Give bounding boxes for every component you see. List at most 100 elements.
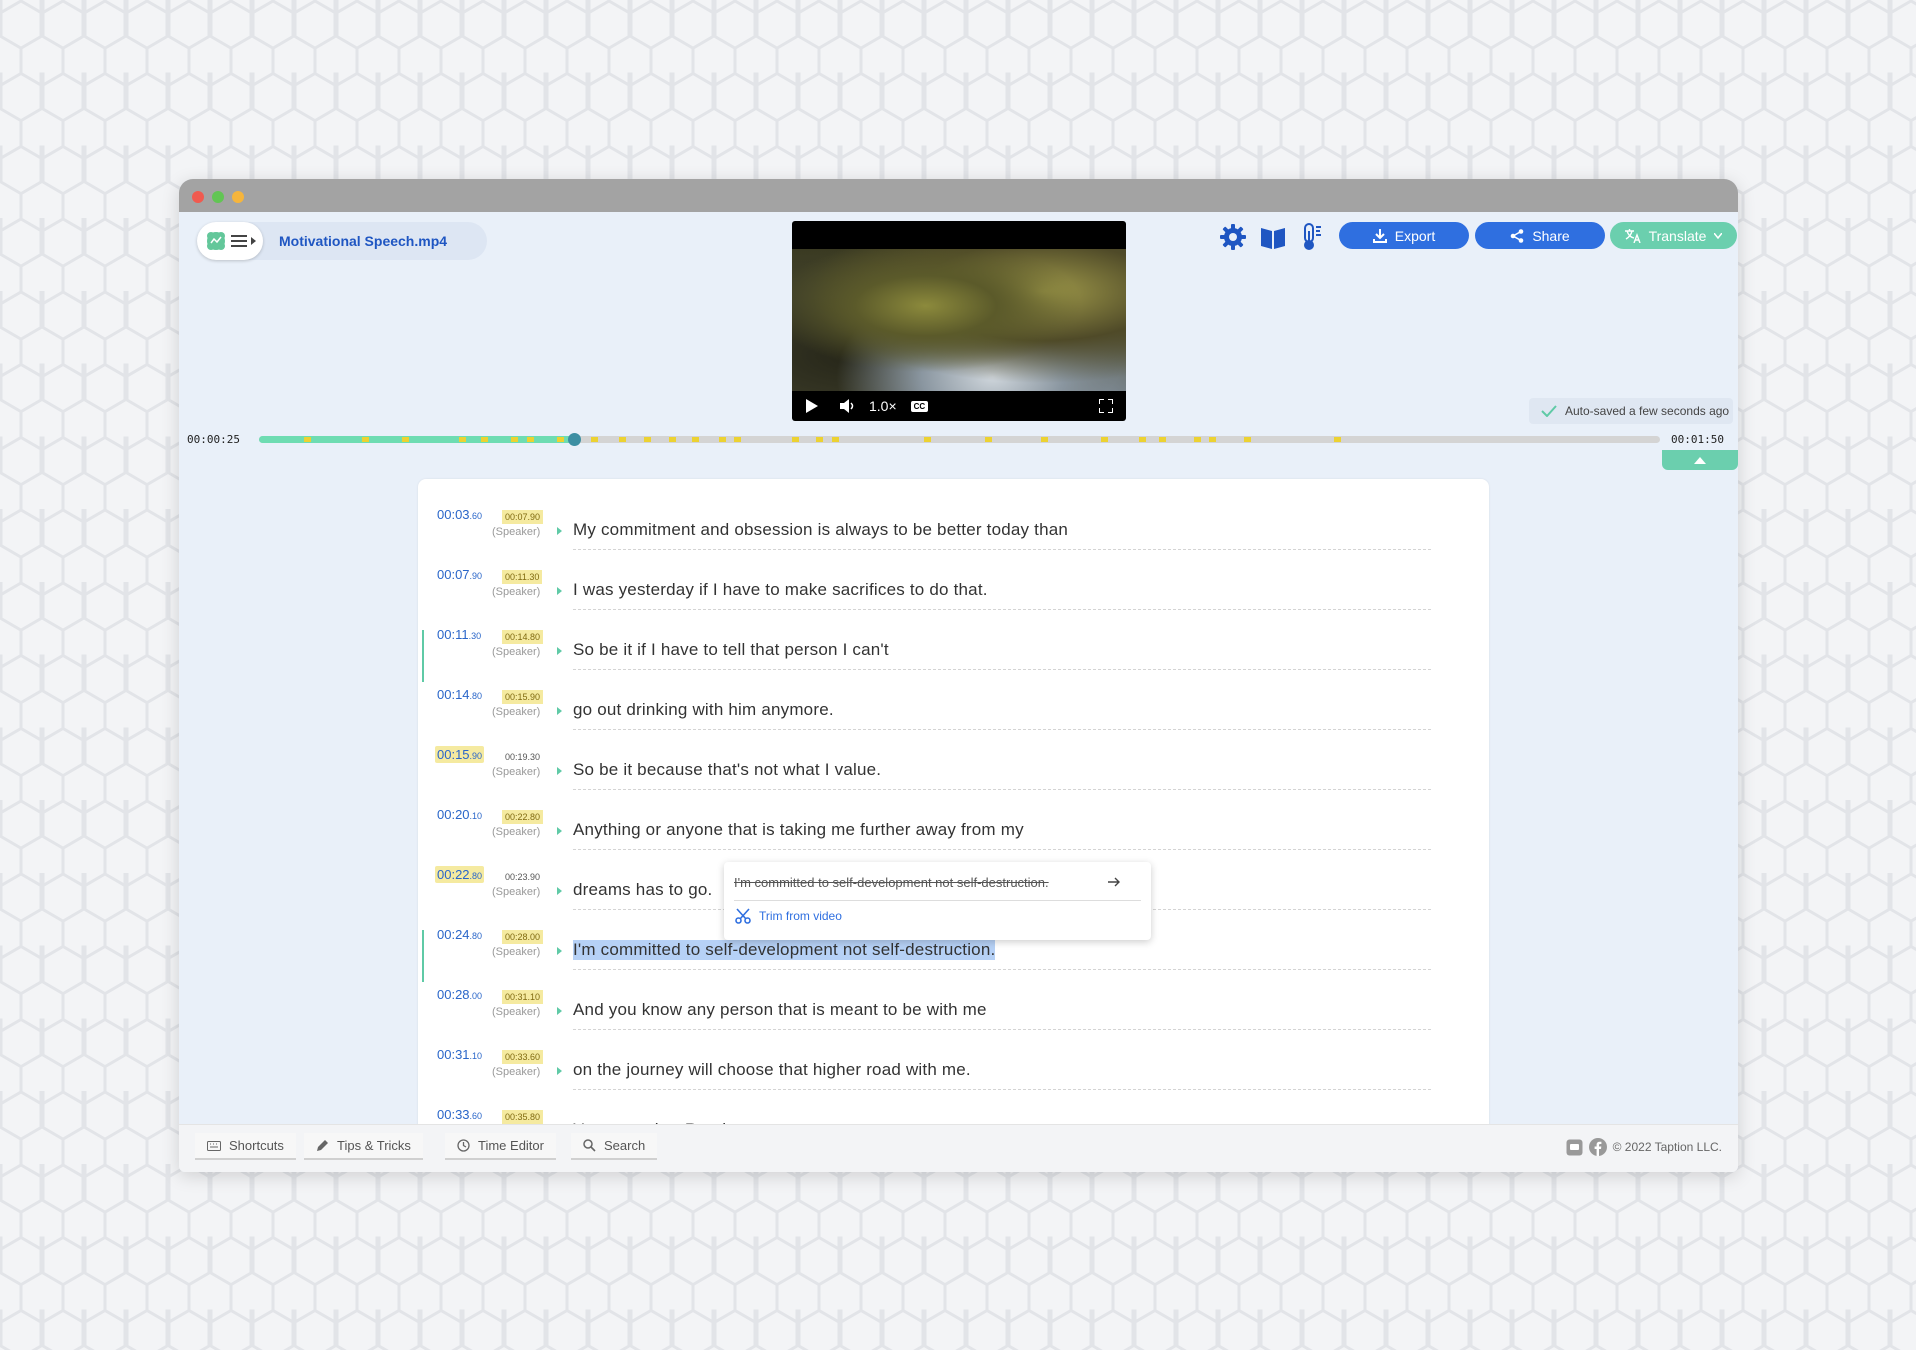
timeline-marker[interactable]	[832, 437, 839, 442]
timeline-marker[interactable]	[719, 437, 726, 442]
chat-icon[interactable]	[1566, 1139, 1583, 1156]
timeline-track[interactable]	[259, 433, 1660, 446]
timeline-marker[interactable]	[1159, 437, 1166, 442]
translate-button[interactable]: Translate	[1610, 222, 1737, 249]
play-segment-icon[interactable]	[557, 827, 562, 835]
book-icon[interactable]	[1259, 223, 1287, 251]
transcript-row[interactable]: 00:11.30 00:14.80 (Speaker) So be it if I h…	[418, 618, 1489, 682]
share-button[interactable]: Share	[1475, 222, 1605, 249]
play-segment-icon[interactable]	[557, 707, 562, 715]
time-editor-tab[interactable]: Time Editor	[445, 1133, 556, 1160]
timeline-marker[interactable]	[1194, 437, 1201, 442]
timeline-marker[interactable]	[1139, 437, 1146, 442]
shortcuts-tab[interactable]: Shortcuts	[195, 1133, 296, 1160]
search-tab[interactable]: Search	[571, 1133, 658, 1160]
timeline-marker[interactable]	[1101, 437, 1108, 442]
start-time[interactable]: 00:15.90	[435, 746, 485, 763]
speaker-label[interactable]: (Speaker)	[492, 706, 540, 718]
facebook-icon[interactable]	[1588, 1138, 1607, 1156]
timeline-marker[interactable]	[692, 437, 699, 442]
end-time[interactable]: 00:33.60	[502, 1050, 544, 1064]
play-segment-icon[interactable]	[557, 527, 562, 535]
maximize-window-button[interactable]	[212, 191, 224, 203]
timeline-marker[interactable]	[591, 437, 598, 442]
start-time[interactable]: 00:24.80	[435, 926, 484, 943]
segment-text[interactable]: So be it if I have to tell that person I…	[573, 640, 889, 660]
speaker-label[interactable]: (Speaker)	[492, 1066, 540, 1078]
speed-control[interactable]: 1.0×	[869, 398, 897, 414]
segment-text[interactable]: Anything or anyone that is taking me fur…	[573, 820, 1024, 840]
timeline-marker[interactable]	[619, 437, 626, 442]
close-window-button[interactable]	[192, 191, 204, 203]
end-time[interactable]: 00:15.90	[502, 690, 544, 704]
segment-text[interactable]: I was yesterday if I have to make sacrif…	[573, 580, 988, 600]
timeline[interactable]: 00:00:25 00:01:50	[179, 429, 1738, 449]
play-icon[interactable]	[806, 399, 818, 413]
cc-icon[interactable]: CC	[910, 400, 929, 412]
timeline-marker[interactable]	[459, 437, 466, 442]
play-segment-icon[interactable]	[557, 1067, 562, 1075]
start-time[interactable]: 00:33.60	[435, 1106, 484, 1123]
thermometer-icon[interactable]	[1299, 223, 1323, 251]
end-time[interactable]: 00:35.80	[502, 1110, 544, 1124]
segment-text[interactable]: And you know any person that is meant to…	[573, 1000, 987, 1020]
timeline-marker[interactable]	[669, 437, 676, 442]
timeline-marker[interactable]	[924, 437, 931, 442]
play-segment-icon[interactable]	[557, 947, 562, 955]
video-player[interactable]: 1.0× CC	[792, 221, 1126, 421]
export-button[interactable]: Export	[1339, 222, 1469, 249]
timeline-marker[interactable]	[527, 437, 534, 442]
timeline-marker[interactable]	[511, 437, 518, 442]
segment-text[interactable]: My commitment and obsession is always to…	[573, 520, 1068, 540]
timeline-marker[interactable]	[1244, 437, 1251, 442]
menu-button[interactable]	[197, 222, 263, 260]
speaker-label[interactable]: (Speaker)	[492, 766, 540, 778]
transcript-row[interactable]: 00:03.60 00:07.90 (Speaker) My commitment a…	[418, 498, 1489, 558]
play-segment-icon[interactable]	[557, 767, 562, 775]
start-time[interactable]: 00:20.10	[435, 806, 484, 823]
fullscreen-icon[interactable]	[1099, 399, 1113, 413]
speaker-label[interactable]: (Speaker)	[492, 1006, 540, 1018]
transcript-row[interactable]: 00:20.10 00:22.80 (Speaker) Anything or any…	[418, 798, 1489, 858]
timeline-marker[interactable]	[734, 437, 741, 442]
minimize-window-button[interactable]	[232, 191, 244, 203]
speaker-label[interactable]: (Speaker)	[492, 526, 540, 538]
start-time[interactable]: 00:28.00	[435, 986, 484, 1003]
start-time[interactable]: 00:03.60	[435, 506, 484, 523]
end-time[interactable]: 00:22.80	[502, 810, 544, 824]
speaker-label[interactable]: (Speaker)	[492, 586, 540, 598]
timeline-marker[interactable]	[304, 437, 311, 442]
arrow-right-icon[interactable]	[1108, 877, 1120, 887]
timeline-marker[interactable]	[1209, 437, 1216, 442]
segment-text[interactable]: I'm committed to self-development not se…	[573, 940, 996, 960]
play-segment-icon[interactable]	[557, 1007, 562, 1015]
trim-button[interactable]: Trim from video	[735, 908, 842, 924]
segment-text[interactable]: dreams has to go.	[573, 880, 712, 900]
transcript-row[interactable]: 00:07.90 00:11.30 (Speaker) I was yesterday…	[418, 558, 1489, 618]
transcript-row[interactable]: 00:31.10 00:33.60 (Speaker) on the journey …	[418, 1038, 1489, 1098]
end-time[interactable]: 00:23.90	[502, 870, 543, 884]
volume-icon[interactable]	[840, 399, 856, 413]
end-time[interactable]: 00:07.90	[502, 510, 544, 524]
end-time[interactable]: 00:19.30	[502, 750, 543, 764]
start-time[interactable]: 00:11.30	[435, 626, 483, 643]
start-time[interactable]: 00:31.10	[435, 1046, 484, 1063]
tips-tab[interactable]: Tips & Tricks	[304, 1133, 423, 1160]
transcript-row[interactable]: 00:15.90 00:19.30 (Speaker) So be it becaus…	[418, 738, 1489, 798]
collapse-button[interactable]	[1662, 450, 1738, 470]
speaker-label[interactable]: (Speaker)	[492, 886, 540, 898]
timeline-marker[interactable]	[557, 437, 564, 442]
timeline-marker[interactable]	[362, 437, 369, 442]
start-time[interactable]: 00:22.80	[435, 866, 485, 883]
end-time[interactable]: 00:11.30	[502, 570, 543, 584]
timeline-marker[interactable]	[985, 437, 992, 442]
transcript-row[interactable]: 00:14.80 00:15.90 (Speaker) go out drinking…	[418, 678, 1489, 738]
timeline-marker[interactable]	[402, 437, 409, 442]
speaker-label[interactable]: (Speaker)	[492, 646, 540, 658]
end-time[interactable]: 00:31.10	[502, 990, 544, 1004]
timeline-handle[interactable]	[568, 433, 582, 446]
segment-text[interactable]: go out drinking with him anymore.	[573, 700, 834, 720]
segment-text[interactable]: So be it because that's not what I value…	[573, 760, 881, 780]
speaker-label[interactable]: (Speaker)	[492, 826, 540, 838]
segment-text[interactable]: on the journey will choose that higher r…	[573, 1060, 971, 1080]
